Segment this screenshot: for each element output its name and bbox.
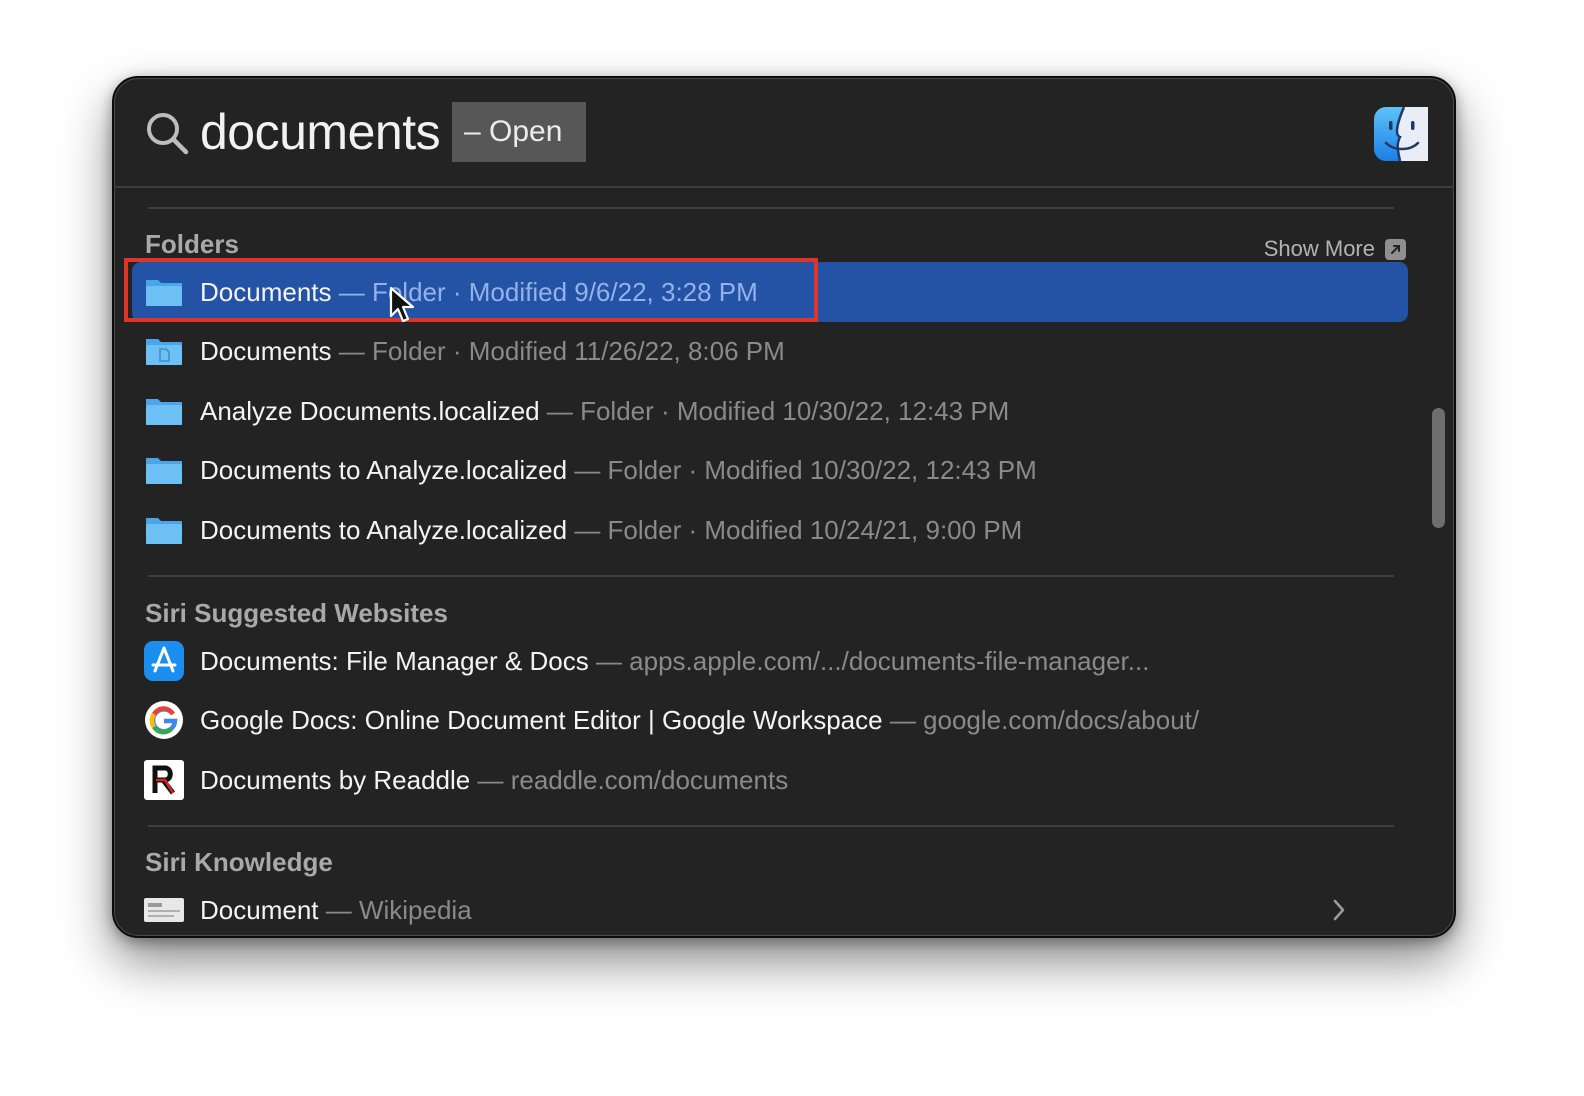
result-subtitle: — apps.apple.com/.../documents-file-mana… [588,646,1150,676]
result-subtitle: — Wikipedia [318,895,472,925]
chevron-right-icon[interactable] [1330,897,1348,923]
result-title: Google Docs: Online Document Editor | Go… [200,705,883,735]
search-icon [147,113,189,155]
external-arrow-icon [1385,238,1406,260]
result-row-folder[interactable]: Analyze Documents.localized — Folder · M… [132,381,1408,441]
section-title-knowledge: Siri Knowledge [145,847,333,877]
section-title-websites: Siri Suggested Websites [145,598,448,628]
search-query[interactable]: documents [200,102,441,162]
folder-icon [146,399,182,425]
result-subtitle: — readdle.com/documents [470,765,789,795]
scrollbar-thumb[interactable] [1432,408,1445,528]
result-subtitle: — Folder · Modified 10/30/22, 12:43 PM [567,455,1037,485]
result-title: Documents to Analyze.localized [200,455,568,485]
result-row-website[interactable]: Documents: File Manager & Docs — apps.ap… [132,631,1408,691]
search-bar[interactable]: documents – Open [114,78,1454,188]
result-subtitle: — Folder · Modified 10/24/21, 9:00 PM [567,515,1023,545]
section-divider [148,575,1394,577]
result-subtitle: — google.com/docs/about/ [882,705,1200,735]
documents-folder-icon [146,339,182,365]
readdle-icon [144,760,184,800]
result-subtitle: — Folder · Modified 11/26/22, 8:06 PM [331,336,785,366]
result-row-knowledge[interactable]: Document — Wikipedia [132,880,1408,936]
annotation-highlight-box [124,258,818,322]
show-more-button[interactable]: Show More [1264,236,1406,262]
section-title-folders: Folders [145,229,239,259]
result-title: Documents: File Manager & Docs [200,646,589,676]
wikipedia-icon [144,898,184,922]
result-title: Documents to Analyze.localized [200,515,568,545]
spotlight-window: documents – Open Folders Show More Docum… [112,76,1456,938]
app-store-icon [144,641,184,681]
result-title: Document [200,895,319,925]
section-divider [148,825,1394,827]
result-row-folder[interactable]: Documents — Folder · Modified 11/26/22, … [132,321,1408,381]
search-divider [114,186,1454,188]
show-more-label: Show More [1263,236,1375,261]
folder-icon [146,458,182,484]
section-divider [148,207,1394,209]
mouse-cursor-icon [389,286,415,323]
google-icon [145,701,183,739]
result-title: Analyze Documents.localized [200,396,540,426]
result-row-website[interactable]: Google Docs: Online Document Editor | Go… [132,690,1408,750]
result-row-folder[interactable]: Documents to Analyze.localized — Folder … [132,440,1408,500]
result-row-website[interactable]: Documents by Readdle — readdle.com/docum… [132,750,1408,810]
result-title: Documents by Readdle [200,765,471,795]
finder-icon[interactable] [1374,107,1428,161]
result-subtitle: — Folder · Modified 10/30/22, 12:43 PM [539,396,1010,426]
result-row-folder[interactable]: Documents to Analyze.localized — Folder … [132,500,1408,560]
open-action-hint: – Open [452,102,586,162]
folder-icon [146,518,182,544]
result-title: Documents [200,336,332,366]
